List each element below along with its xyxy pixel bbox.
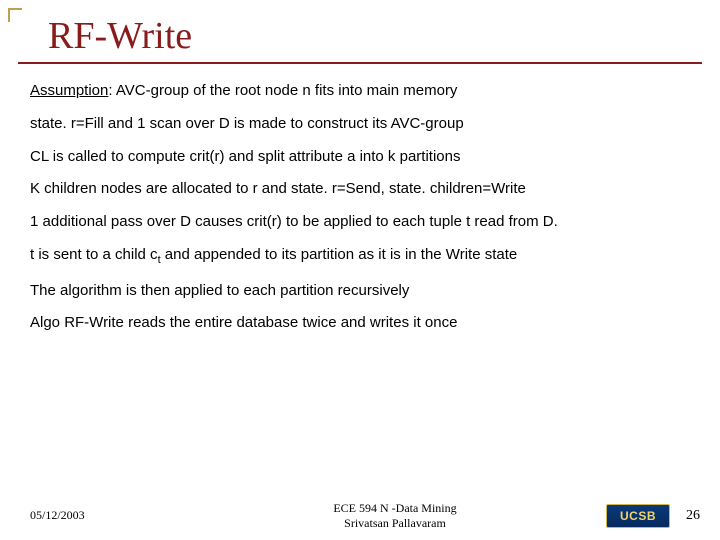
paragraph-1: Assumption: AVC-group of the root node n… bbox=[30, 82, 690, 101]
title-container: RF-Write bbox=[18, 0, 702, 64]
footer-center: ECE 594 N -Data Mining Srivatsan Pallava… bbox=[230, 501, 560, 530]
paragraph-5: 1 additional pass over D causes crit(r) … bbox=[30, 213, 690, 232]
slide-title: RF-Write bbox=[48, 14, 702, 58]
paragraph-7: The algorithm is then applied to each pa… bbox=[30, 282, 690, 301]
paragraph-4: K children nodes are allocated to r and … bbox=[30, 180, 690, 199]
footer: 05/12/2003 ECE 594 N -Data Mining Srivat… bbox=[0, 501, 720, 530]
paragraph-6: t is sent to a child ct and appended to … bbox=[30, 246, 690, 268]
paragraph-6a: t is sent to a child c bbox=[30, 246, 158, 263]
assumption-label: Assumption bbox=[30, 82, 108, 99]
footer-date: 05/12/2003 bbox=[30, 508, 230, 523]
footer-author: Srivatsan Pallavaram bbox=[230, 516, 560, 530]
page-number: 26 bbox=[686, 508, 700, 524]
paragraph-1-rest: : AVC-group of the root node n fits into… bbox=[108, 82, 457, 99]
paragraph-2: state. r=Fill and 1 scan over D is made … bbox=[30, 115, 690, 134]
corner-decoration bbox=[8, 8, 22, 22]
paragraph-3: CL is called to compute crit(r) and spli… bbox=[30, 148, 690, 167]
footer-course: ECE 594 N -Data Mining bbox=[230, 501, 560, 515]
ucsb-logo: UCSB bbox=[606, 504, 670, 528]
footer-right: UCSB 26 bbox=[560, 504, 720, 528]
paragraph-6b: and appended to its partition as it is i… bbox=[161, 246, 518, 263]
content-area: Assumption: AVC-group of the root node n… bbox=[0, 64, 720, 333]
paragraph-8: Algo RF-Write reads the entire database … bbox=[30, 314, 690, 333]
